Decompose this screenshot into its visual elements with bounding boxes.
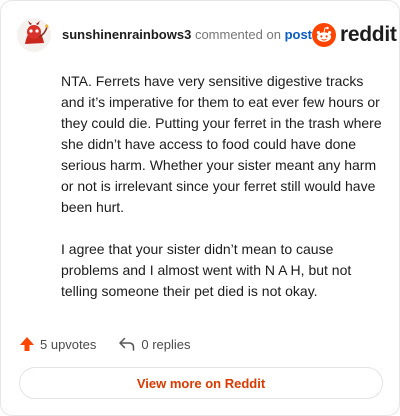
avatar-icon — [17, 18, 51, 52]
commented-on-text: commented on — [194, 27, 281, 42]
view-more-button[interactable]: View more on Reddit — [19, 367, 383, 399]
reddit-logo[interactable]: reddit — [312, 23, 397, 47]
user-avatar[interactable] — [17, 18, 51, 52]
reply-button[interactable]: 0 replies — [118, 336, 191, 352]
comment-byline: sunshinenrainbows3 commented on post — [62, 27, 312, 43]
comment-header: sunshinenrainbows3 commented on post red… — [17, 15, 397, 55]
upvote-arrow-icon — [20, 337, 34, 351]
comment-paragraph: I agree that your sister didn’t mean to … — [61, 241, 352, 299]
upvote-count: 5 upvotes — [40, 336, 97, 352]
reply-arrow-icon — [119, 337, 135, 351]
username-link[interactable]: sunshinenrainbows3 — [62, 27, 191, 42]
comment-body: NTA. Ferrets have very sensitive digesti… — [61, 71, 387, 323]
reddit-wordmark: reddit — [340, 23, 397, 46]
post-link[interactable]: post — [285, 27, 312, 42]
reddit-snoo-icon — [312, 23, 337, 47]
comment-embed-card: sunshinenrainbows3 commented on post red… — [0, 0, 400, 416]
reply-count: 0 replies — [141, 336, 191, 352]
comment-actions: 5 upvotes 0 replies — [19, 334, 213, 354]
comment-paragraph: NTA. Ferrets have very sensitive digesti… — [61, 73, 382, 215]
upvote-button[interactable]: 5 upvotes — [19, 336, 96, 352]
